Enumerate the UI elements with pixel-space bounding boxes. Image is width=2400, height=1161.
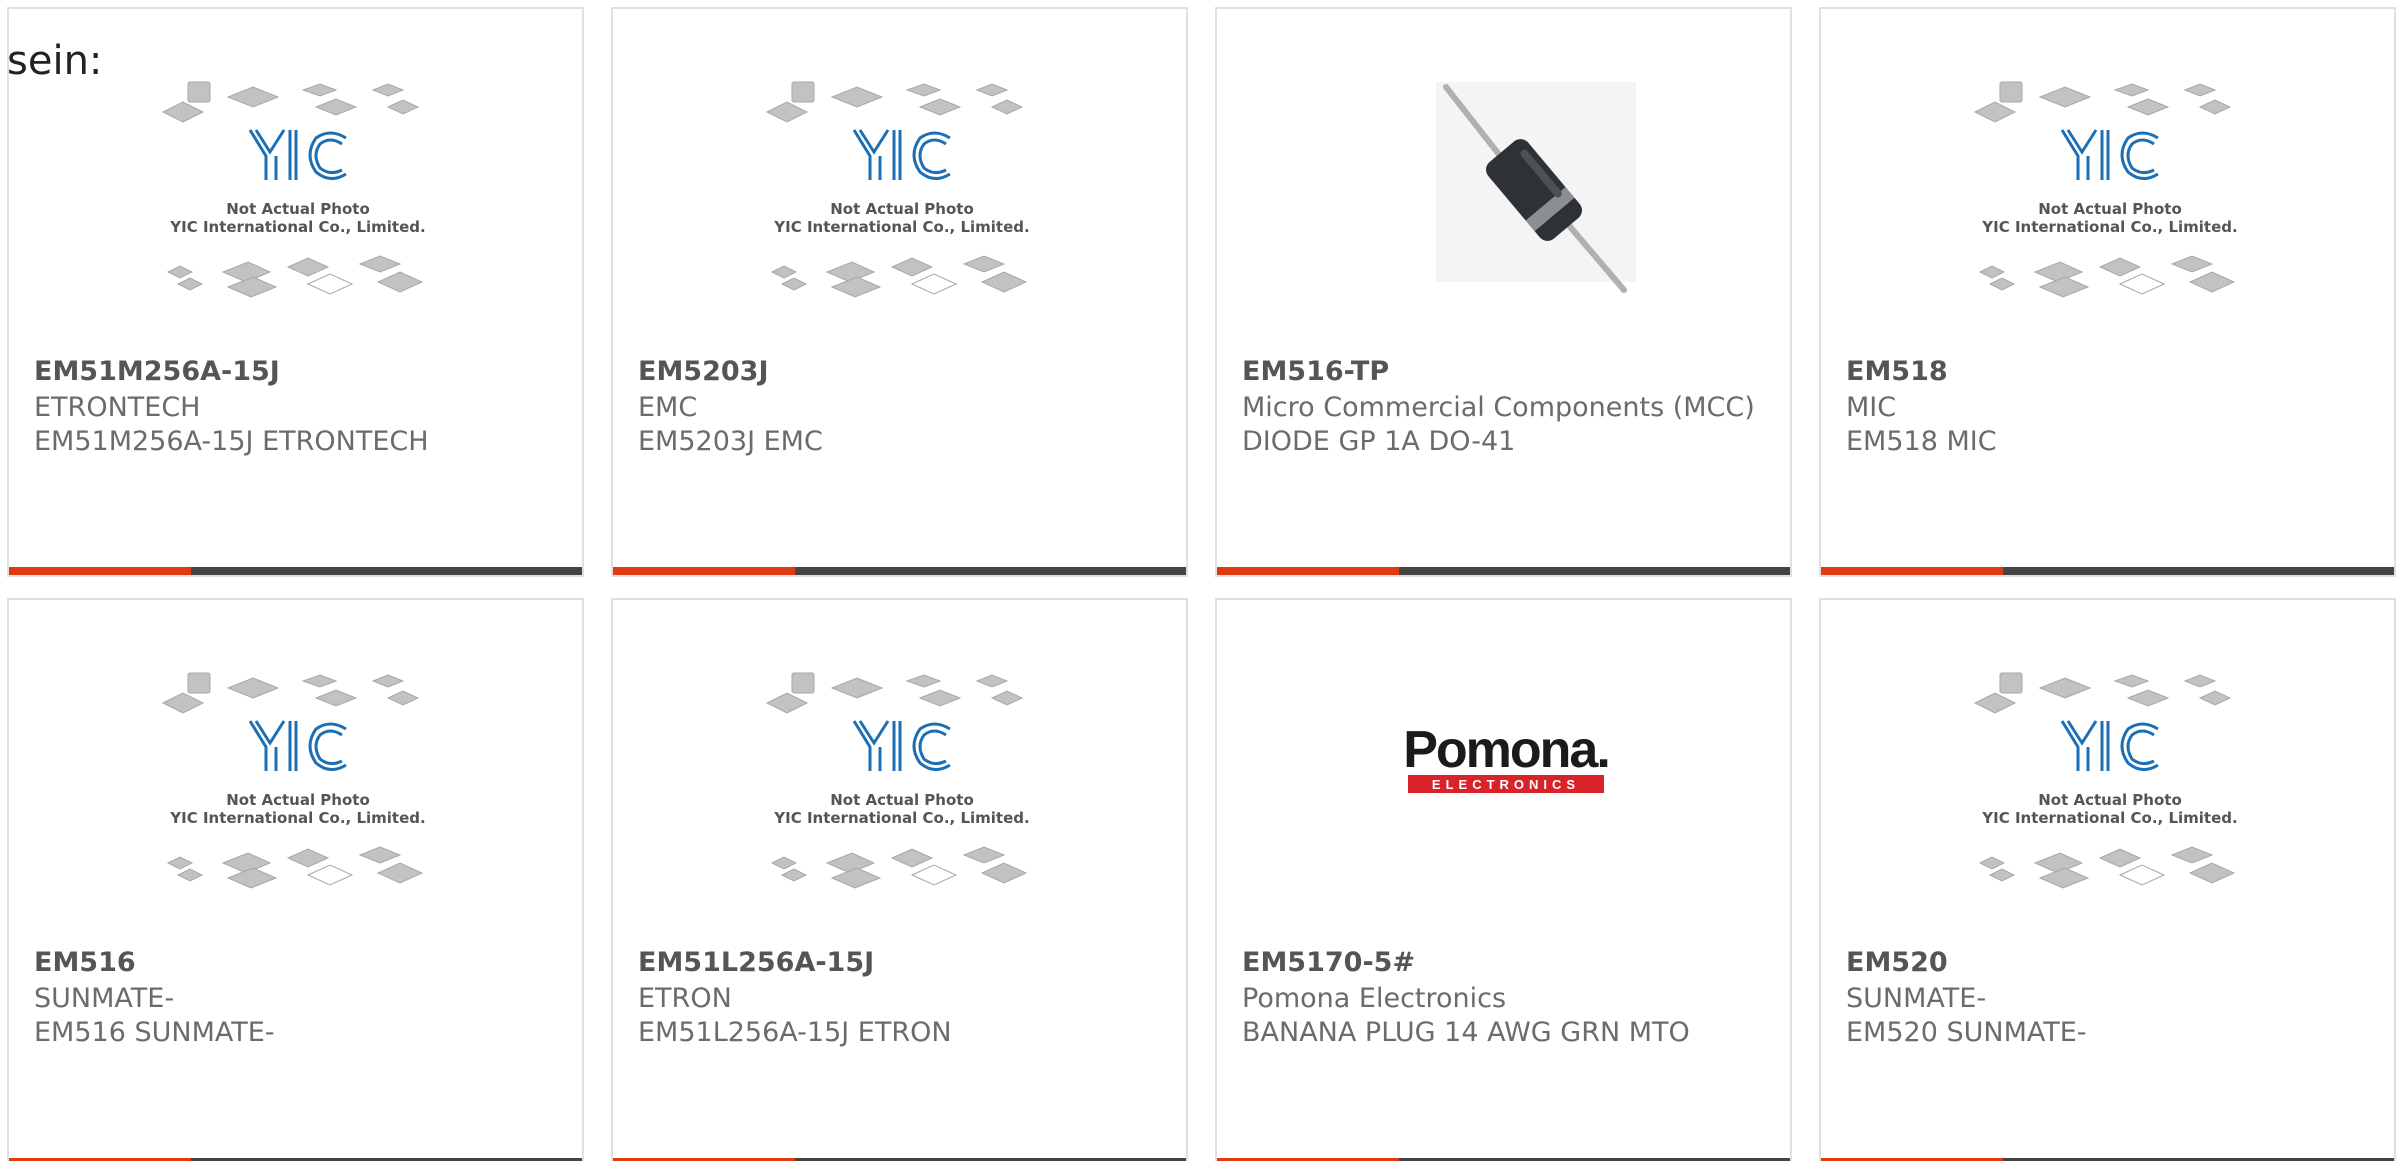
yic-placeholder-image: Not Actual Photo YIC International Co., … [765, 81, 1029, 298]
svg-text:YIC International Co., Limited: YIC International Co., Limited. [1981, 218, 2237, 236]
card-accent-bar [613, 567, 795, 575]
svg-text:Not Actual Photo: Not Actual Photo [830, 791, 974, 809]
svg-text:Not Actual Photo: Not Actual Photo [2038, 200, 2182, 218]
product-card[interactable]: Not Actual Photo YIC International Co., … [7, 7, 584, 577]
product-description: EM520 SUNMATE- [1846, 1017, 2087, 1048]
product-card[interactable]: Not Actual Photo YIC International Co., … [7, 598, 584, 1161]
product-card[interactable]: EM516-TP Micro Commercial Components (MCC… [1215, 7, 1792, 577]
product-image[interactable] [1217, 72, 1790, 342]
svg-text:YIC International Co., Limited: YIC International Co., Limited. [773, 809, 1029, 827]
part-number[interactable]: EM520 [1846, 946, 1948, 980]
part-number[interactable]: EM5203J [638, 355, 769, 389]
manufacturer: Micro Commercial Components (MCC) [1242, 392, 1755, 423]
manufacturer: EMC [638, 392, 698, 423]
product-image[interactable]: Not Actual Photo YIC International Co., … [9, 663, 582, 933]
svg-text:YIC International Co., Limited: YIC International Co., Limited. [1981, 809, 2237, 827]
yic-placeholder-image: Not Actual Photo YIC International Co., … [161, 81, 425, 298]
product-card[interactable]: Pomona. ELECTRONICS EM5170-5# Pomona Elec… [1215, 598, 1792, 1161]
product-image[interactable]: Not Actual Photo YIC International Co., … [613, 72, 1186, 342]
part-number[interactable]: EM5170-5# [1242, 946, 1415, 980]
card-bottom-bar [9, 567, 582, 575]
product-description: EM51M256A-15J ETRONTECH [34, 426, 429, 457]
svg-text:Not Actual Photo: Not Actual Photo [226, 791, 370, 809]
header-text: sein: [7, 38, 103, 84]
card-bottom-bar [613, 567, 1186, 575]
pomona-logo: Pomona. ELECTRONICS [1403, 721, 1610, 793]
product-image[interactable]: Not Actual Photo YIC International Co., … [613, 663, 1186, 933]
svg-text:Not Actual Photo: Not Actual Photo [2038, 791, 2182, 809]
manufacturer: ETRON [638, 983, 732, 1014]
svg-text:Not Actual Photo: Not Actual Photo [830, 200, 974, 218]
manufacturer: Pomona Electronics [1242, 983, 1507, 1014]
svg-text:YIC International Co., Limited: YIC International Co., Limited. [169, 809, 425, 827]
card-accent-bar [1217, 567, 1399, 575]
product-description: DIODE GP 1A DO-41 [1242, 426, 1516, 457]
svg-text:YIC International Co., Limited: YIC International Co., Limited. [773, 218, 1029, 236]
product-description: EM516 SUNMATE- [34, 1017, 275, 1048]
card-bottom-bar [1217, 567, 1790, 575]
svg-text:YIC International Co., Limited: YIC International Co., Limited. [169, 218, 425, 236]
product-image[interactable]: Not Actual Photo YIC International Co., … [9, 72, 582, 342]
manufacturer: MIC [1846, 392, 1897, 423]
product-card[interactable]: Not Actual Photo YIC International Co., … [1819, 598, 2396, 1161]
product-description: EM51L256A-15J ETRON [638, 1017, 952, 1048]
part-number[interactable]: EM516 [34, 946, 136, 980]
diode-photo [1435, 82, 1636, 293]
manufacturer: SUNMATE- [1846, 983, 1987, 1014]
part-number[interactable]: EM516-TP [1242, 355, 1389, 389]
product-description: EM518 MIC [1846, 426, 1997, 457]
product-description: BANANA PLUG 14 AWG GRN MTO [1242, 1017, 1690, 1048]
product-card[interactable]: Not Actual Photo YIC International Co., … [611, 7, 1188, 577]
product-grid-page: sein: Not Actual Photo YIC International… [0, 0, 2400, 1161]
product-description: EM5203J EMC [638, 426, 823, 457]
part-number[interactable]: EM51M256A-15J [34, 355, 280, 389]
product-card[interactable]: Not Actual Photo YIC International Co., … [611, 598, 1188, 1161]
product-card[interactable]: Not Actual Photo YIC International Co., … [1819, 7, 2396, 577]
part-number[interactable]: EM518 [1846, 355, 1948, 389]
yic-placeholder-image: Not Actual Photo YIC International Co., … [1973, 81, 2237, 298]
product-image[interactable]: Not Actual Photo YIC International Co., … [1821, 72, 2394, 342]
svg-text:Not Actual Photo: Not Actual Photo [226, 200, 370, 218]
card-accent-bar [1821, 567, 2003, 575]
yic-placeholder-image: Not Actual Photo YIC International Co., … [1973, 672, 2237, 889]
product-image[interactable]: Not Actual Photo YIC International Co., … [1821, 663, 2394, 933]
svg-text:ELECTRONICS: ELECTRONICS [1431, 777, 1579, 792]
yic-placeholder-image: Not Actual Photo YIC International Co., … [765, 672, 1029, 889]
yic-placeholder-image: Not Actual Photo YIC International Co., … [161, 672, 425, 889]
product-image[interactable]: Pomona. ELECTRONICS [1217, 663, 1790, 933]
part-number[interactable]: EM51L256A-15J [638, 946, 874, 980]
manufacturer: SUNMATE- [34, 983, 175, 1014]
manufacturer: ETRONTECH [34, 392, 201, 423]
card-accent-bar [9, 567, 191, 575]
svg-text:Pomona.: Pomona. [1403, 721, 1609, 779]
card-bottom-bar [1821, 567, 2394, 575]
